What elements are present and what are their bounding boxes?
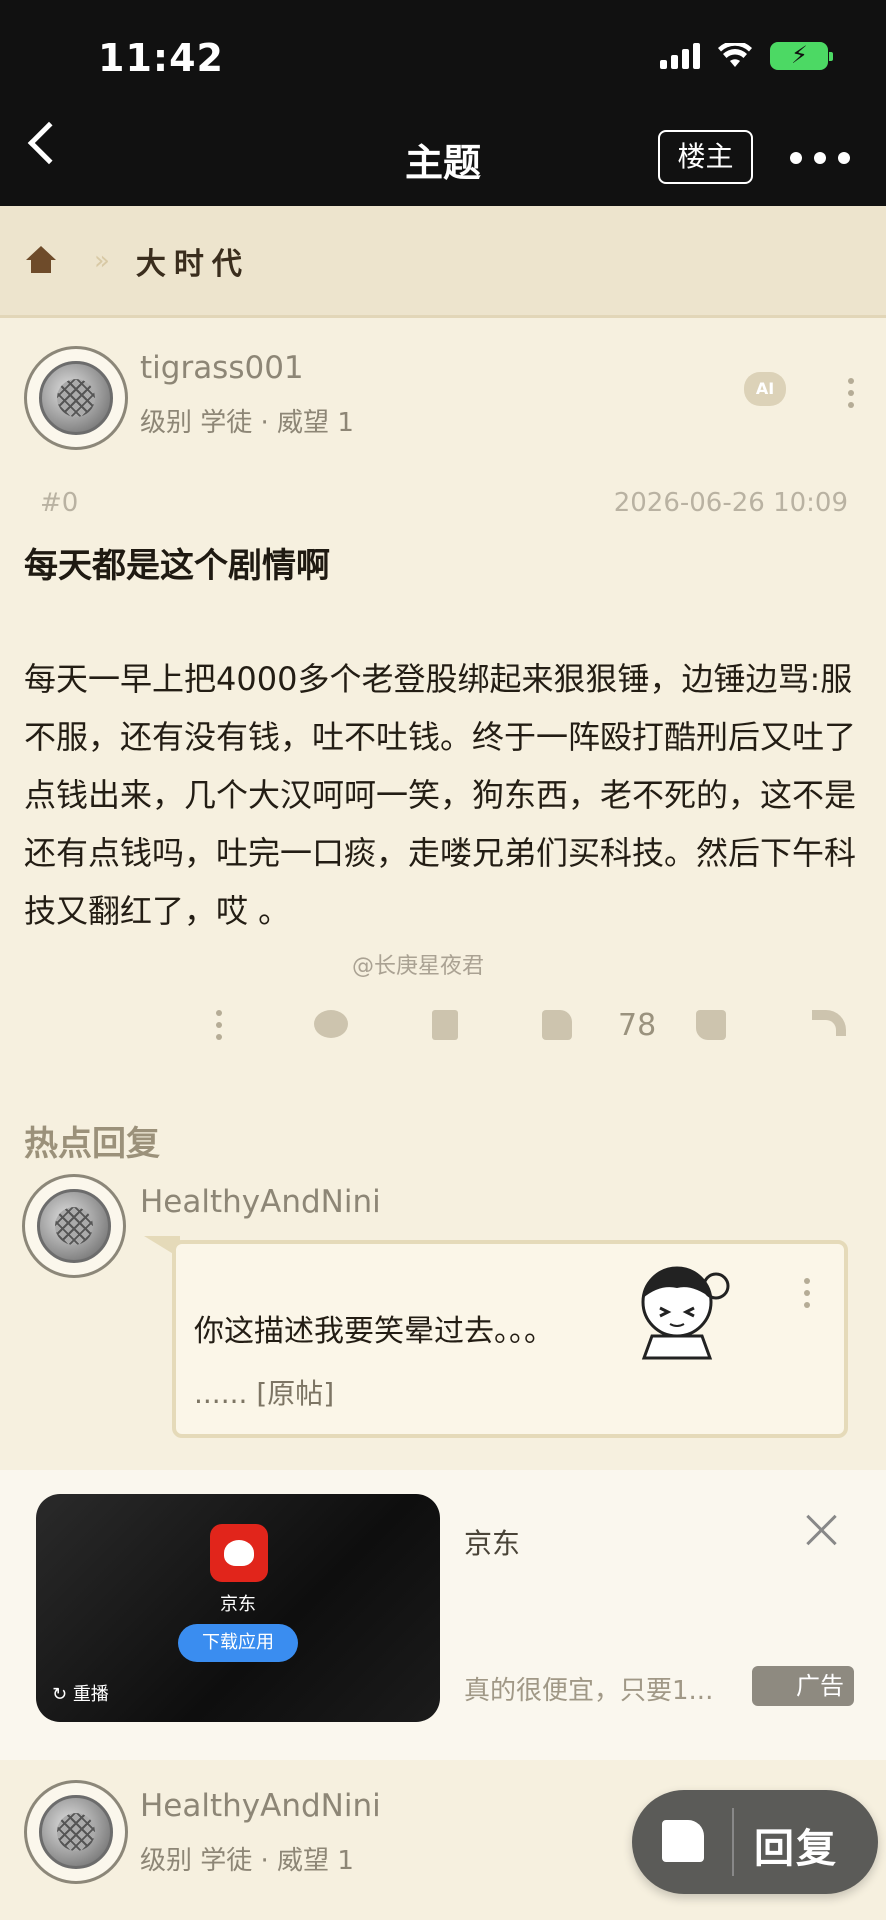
ad-replay-button[interactable]: ↻ 重播: [52, 1680, 109, 1706]
close-icon[interactable]: [806, 1514, 836, 1544]
top-bar: 11:42 ⚡ 主题 楼主: [0, 0, 886, 206]
post-title: 每天都是这个剧情啊: [24, 546, 330, 586]
share-icon[interactable]: [812, 1010, 846, 1036]
ad-card[interactable]: 京东 下载应用 ↻ 重播 京东 真的很便宜，只要1... 广告: [0, 1470, 886, 1760]
floating-reply-bar: 回复: [632, 1790, 878, 1894]
reply-text: 你这描述我要笑晕过去。。。: [194, 1314, 554, 1349]
ad-description: 真的很便宜，只要1...: [464, 1676, 714, 1706]
ad-download-button[interactable]: 下载应用: [178, 1624, 298, 1662]
ad-replay-label: 重播: [72, 1684, 109, 1705]
more-menu-icon[interactable]: [790, 152, 850, 164]
avatar[interactable]: [22, 1174, 126, 1278]
post-date: 2026-06-26 10:09: [613, 488, 848, 518]
original-post-link[interactable]: [原帖]: [256, 1377, 334, 1410]
reply-button[interactable]: 回复: [754, 1816, 838, 1874]
breadcrumb: » 大时代: [0, 206, 886, 318]
ad-app-name: 京东: [220, 1594, 256, 1615]
post-options-icon[interactable]: [848, 378, 856, 408]
divider: [732, 1808, 734, 1876]
reply-author[interactable]: HealthyAndNini: [140, 1184, 381, 1220]
next-post-author-info: 级别 学徒 · 威望 1: [140, 1846, 354, 1876]
dislike-icon[interactable]: [696, 1010, 726, 1040]
battery-charging-icon: ⚡: [770, 41, 833, 70]
post-author-info: 级别 学徒 · 威望 1: [140, 408, 354, 438]
replay-icon: ↻: [52, 1684, 73, 1705]
ad-video[interactable]: 京东 下载应用 ↻ 重播: [36, 1494, 440, 1722]
hot-replies-heading: 热点回复: [24, 1124, 160, 1164]
breadcrumb-forum[interactable]: 大时代: [136, 239, 250, 283]
status-icons: ⚡: [660, 41, 833, 70]
wifi-icon: [718, 43, 752, 67]
post-body: 每天一早上把4000多个老登股绑起来狠狠锤，边锤边骂:服不服，还有没有钱，吐不吐…: [24, 660, 857, 930]
home-icon[interactable]: [26, 245, 56, 276]
avatar[interactable]: [24, 346, 128, 450]
reply-ellipsis: ......: [194, 1377, 248, 1410]
ai-summary-icon[interactable]: AI: [744, 372, 786, 406]
like-icon[interactable]: [662, 1820, 704, 1862]
chibi-sticker-icon: [641, 1266, 730, 1360]
gift-icon[interactable]: [432, 1010, 458, 1040]
post-floor: #0: [40, 488, 79, 518]
status-time: 11:42: [98, 36, 224, 80]
page-title: 主题: [404, 141, 481, 185]
ad-brand: 京东: [464, 1527, 521, 1560]
signal-icon: [660, 43, 700, 69]
watermark: @长庚星夜君: [352, 954, 485, 979]
like-count: 78: [618, 1008, 657, 1043]
action-more-icon[interactable]: [216, 1010, 224, 1040]
breadcrumb-separator: »: [94, 245, 110, 276]
like-icon[interactable]: [542, 1010, 572, 1040]
louzhu-button[interactable]: 楼主: [658, 130, 753, 184]
ad-badge: 广告: [752, 1666, 854, 1706]
reply-options-icon[interactable]: [804, 1278, 812, 1308]
next-post-author[interactable]: HealthyAndNini: [140, 1788, 381, 1824]
comment-icon[interactable]: [314, 1010, 348, 1038]
avatar[interactable]: [24, 1780, 128, 1884]
reply-original: ...... [原帖]: [194, 1372, 334, 1412]
post-author[interactable]: tigrass001: [140, 350, 304, 386]
post-action-bar: 78: [0, 1000, 886, 1060]
jd-app-logo-icon: [210, 1524, 268, 1582]
